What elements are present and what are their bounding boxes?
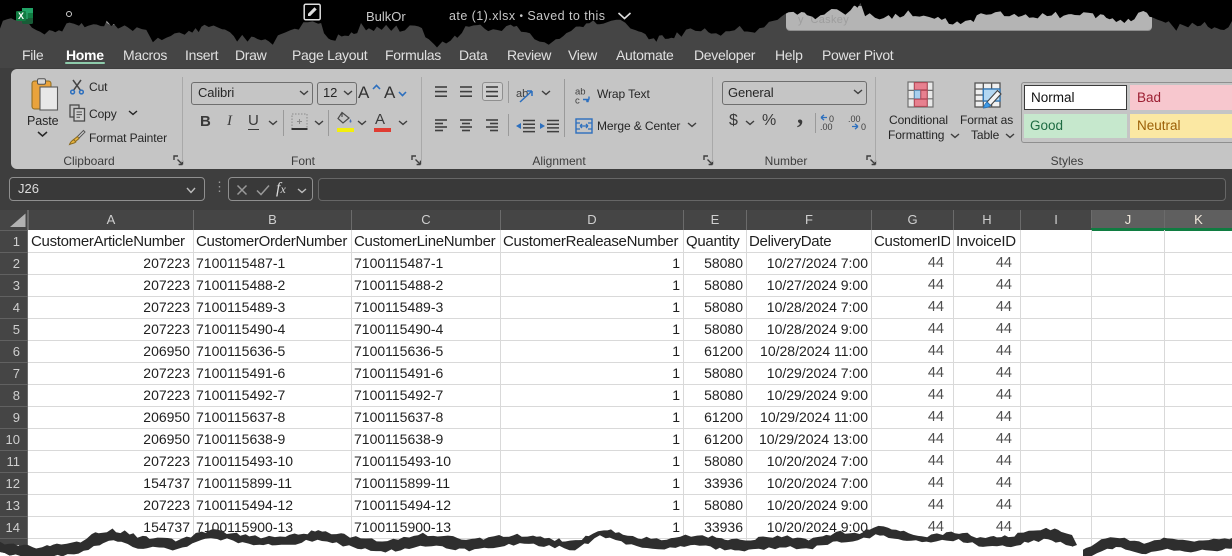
svg-text:.00: .00 [820, 122, 833, 131]
svg-text:ab: ab [516, 88, 528, 100]
svg-text:.00: .00 [848, 114, 861, 124]
svg-text:X: X [18, 11, 24, 21]
svg-text:0: 0 [861, 122, 866, 131]
svg-text:c: c [575, 95, 580, 104]
